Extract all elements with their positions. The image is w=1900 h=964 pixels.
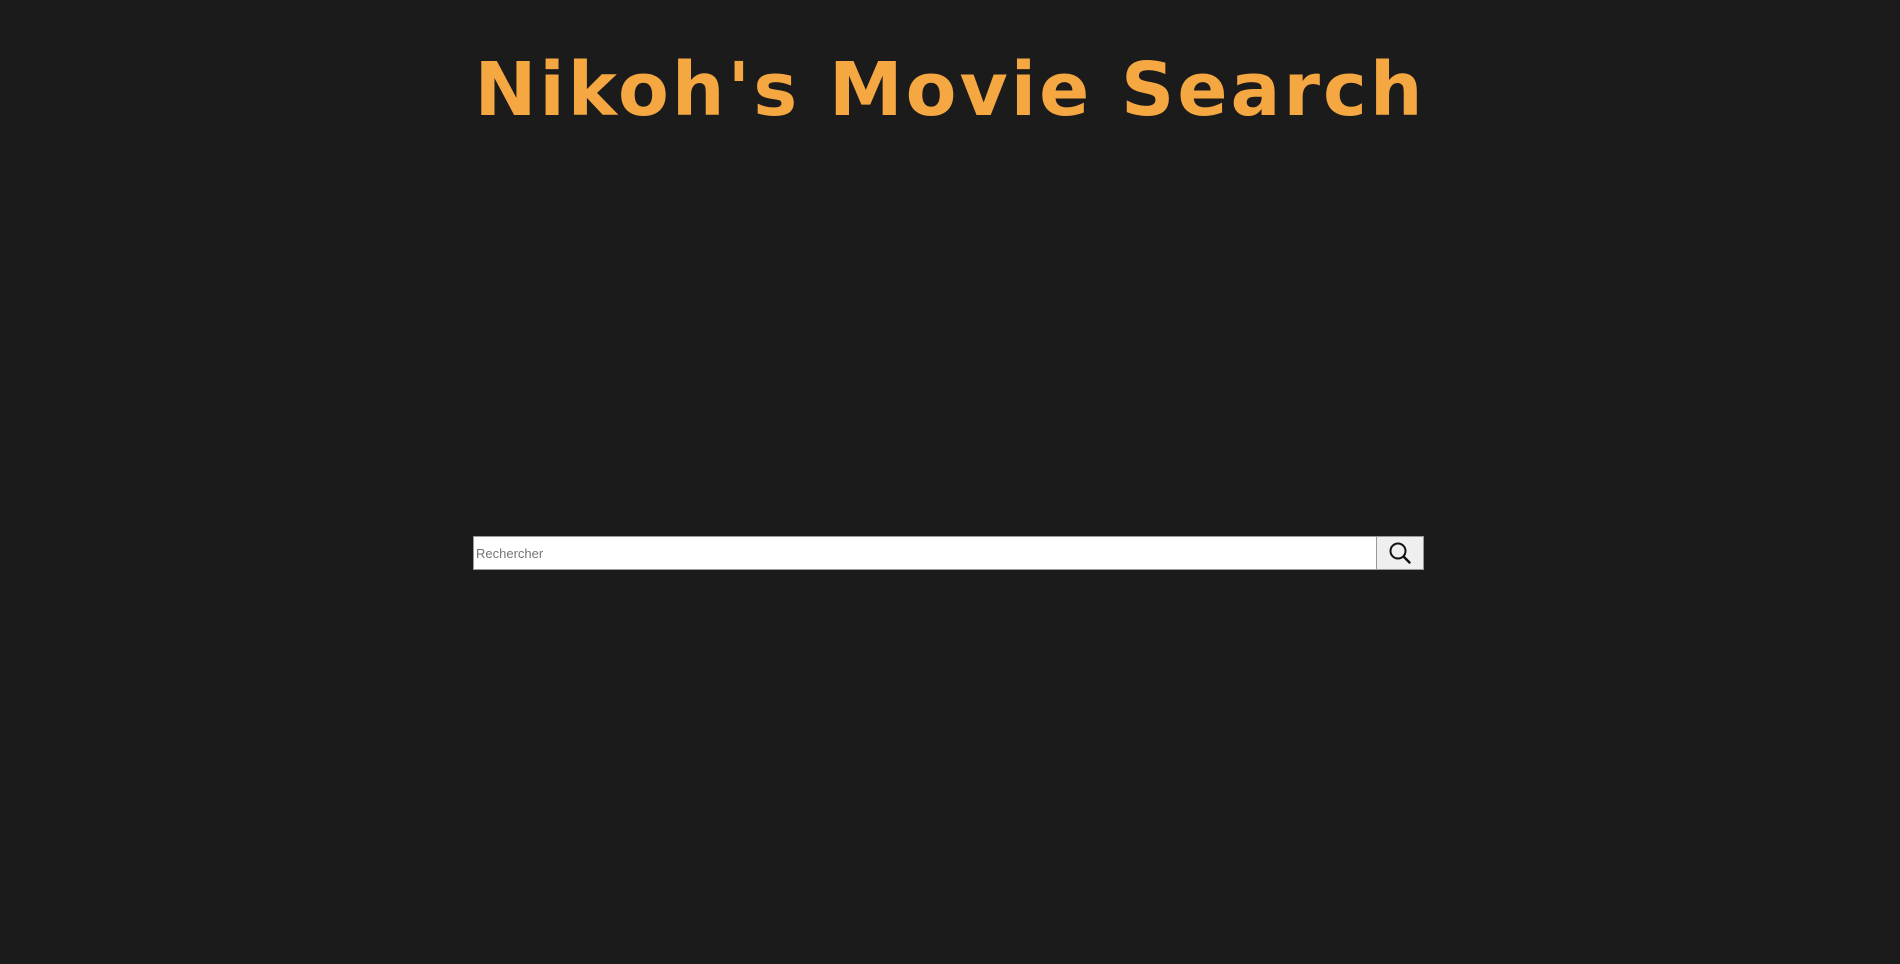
- search-button[interactable]: [1377, 536, 1424, 570]
- search-icon: [1388, 541, 1412, 565]
- page: Nikoh's Movie Search: [0, 0, 1900, 964]
- page-title: Nikoh's Movie Search: [474, 47, 1426, 133]
- search-bar: [473, 536, 1424, 570]
- search-input[interactable]: [473, 536, 1377, 570]
